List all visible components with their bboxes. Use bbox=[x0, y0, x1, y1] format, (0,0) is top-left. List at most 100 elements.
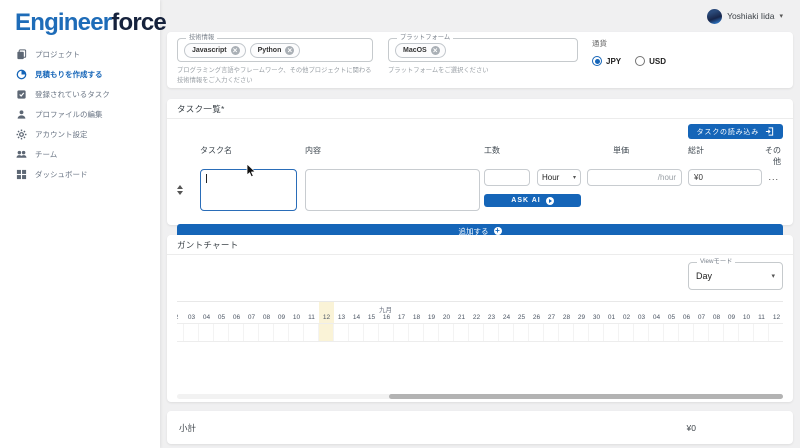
sidebar-item[interactable]: 見積もりを作成する bbox=[0, 64, 160, 84]
gantt-grid-cell bbox=[214, 324, 229, 341]
effort-input[interactable] bbox=[484, 169, 530, 186]
chip-remove-icon[interactable] bbox=[231, 46, 240, 55]
top-bar: Yoshiaki Iida ▾ bbox=[167, 0, 793, 27]
drag-handle-icon[interactable] bbox=[177, 185, 183, 195]
gantt-day-label: 18 bbox=[409, 312, 424, 323]
gantt-grid-cell bbox=[469, 324, 484, 341]
gantt-day-label: 26 bbox=[529, 312, 544, 323]
send-icon bbox=[546, 197, 554, 205]
gantt-day-label: 06 bbox=[229, 312, 244, 323]
sidebar-item-icon bbox=[16, 69, 27, 80]
sidebar-item-icon bbox=[16, 149, 27, 160]
brand-logo[interactable]: Engineerforce bbox=[0, 0, 160, 44]
gantt-grid-cell bbox=[514, 324, 529, 341]
text-caret bbox=[206, 174, 207, 183]
view-mode-value: Day bbox=[696, 271, 712, 281]
gantt-grid-cell bbox=[724, 324, 739, 341]
gantt-day-label: 21 bbox=[454, 312, 469, 323]
currency-radio-label: JPY bbox=[606, 57, 621, 66]
total-input[interactable] bbox=[688, 169, 762, 186]
currency-radio[interactable]: USD bbox=[635, 56, 666, 66]
currency-group: 通貨 JPY USD bbox=[592, 38, 666, 82]
gantt-day-label: 05 bbox=[214, 312, 229, 323]
gantt-day-label: 19 bbox=[424, 312, 439, 323]
sidebar-item[interactable]: プロジェクト bbox=[0, 44, 160, 64]
gantt-day-label: 2 bbox=[177, 312, 184, 323]
sidebar-item-icon bbox=[16, 89, 27, 100]
gantt-day-label: 14 bbox=[349, 312, 364, 323]
gantt-day-label: 24 bbox=[499, 312, 514, 323]
subtotal-value: ¥0 bbox=[687, 423, 696, 433]
gantt-grid-cell bbox=[274, 324, 289, 341]
import-icon bbox=[765, 127, 774, 136]
sidebar-item[interactable]: ダッシュボード bbox=[0, 164, 160, 184]
gantt-grid-cell bbox=[439, 324, 454, 341]
sidebar-item-label: プロジェクト bbox=[35, 49, 80, 60]
gantt-day-label: 25 bbox=[514, 312, 529, 323]
platform-chip: MacOS bbox=[395, 43, 446, 58]
platform-input[interactable]: プラットフォーム MacOS bbox=[388, 38, 578, 62]
gantt-grid-cell bbox=[244, 324, 259, 341]
gantt-day-label: 09 bbox=[724, 312, 739, 323]
gantt-timeline: 九月 2030405060708091011121314151617181920… bbox=[177, 301, 783, 342]
sidebar-item-icon bbox=[16, 129, 27, 140]
user-name: Yoshiaki Iida bbox=[727, 11, 774, 21]
gantt-day-label: 07 bbox=[694, 312, 709, 323]
tech-info-input[interactable]: 技術情報 Javascript Python bbox=[177, 38, 373, 62]
sidebar-item-label: チーム bbox=[35, 149, 57, 160]
row-more-menu[interactable]: ... bbox=[762, 169, 783, 186]
sidebar-item[interactable]: アカウント設定 bbox=[0, 124, 160, 144]
currency-options: JPY USD bbox=[592, 56, 666, 66]
brand-logo-primary: Engineer bbox=[15, 9, 111, 36]
tech-chip-label: Python bbox=[258, 47, 282, 54]
task-list-title: タスク一覧* bbox=[167, 99, 793, 119]
subtotal-card: 小計 ¥0 bbox=[167, 411, 793, 444]
gantt-day-label: 12 bbox=[319, 312, 334, 323]
task-name-textarea[interactable] bbox=[200, 169, 297, 211]
gantt-day-label: 01 bbox=[604, 312, 619, 323]
load-tasks-button[interactable]: タスクの読み込み bbox=[688, 124, 783, 139]
user-avatar[interactable] bbox=[707, 9, 722, 24]
sidebar-item[interactable]: 登録されているタスク bbox=[0, 84, 160, 104]
gantt-grid-cell bbox=[604, 324, 619, 341]
main-content: Yoshiaki Iida ▾ 技術情報 Javascript Python bbox=[160, 0, 800, 448]
gantt-day-label: 30 bbox=[589, 312, 604, 323]
gantt-grid-cell bbox=[679, 324, 694, 341]
view-mode-select[interactable]: Viewモード Day ▾ bbox=[688, 262, 783, 290]
sidebar-item[interactable]: プロファイルの編集 bbox=[0, 104, 160, 124]
col-description: 内容 bbox=[305, 145, 484, 167]
chip-remove-icon[interactable] bbox=[285, 46, 294, 55]
brand-logo-secondary: force bbox=[111, 9, 166, 36]
platform-helper-text: プラットフォームをご選択ください bbox=[388, 66, 578, 76]
col-task-name: タスク名 bbox=[200, 145, 305, 167]
effort-unit-value: Hour bbox=[542, 173, 559, 182]
unit-price-input[interactable] bbox=[587, 169, 682, 186]
chip-remove-icon[interactable] bbox=[431, 46, 440, 55]
col-other: その他 bbox=[765, 145, 783, 167]
load-row: タスクの読み込み bbox=[167, 119, 793, 139]
effort-unit-select[interactable]: Hour ▾ bbox=[537, 169, 581, 186]
gantt-day-label: 07 bbox=[244, 312, 259, 323]
project-info-card: 技術情報 Javascript Python プログラミング言語やフレームワーク bbox=[167, 32, 793, 88]
gantt-grid-cell bbox=[364, 324, 379, 341]
task-description-textarea[interactable] bbox=[305, 169, 480, 211]
gantt-grid-cell bbox=[394, 324, 409, 341]
horizontal-scrollbar-thumb[interactable] bbox=[389, 394, 783, 399]
gantt-grid-cell bbox=[177, 324, 184, 341]
platform-label: プラットフォーム bbox=[397, 35, 453, 41]
chevron-down-icon[interactable]: ▾ bbox=[779, 13, 783, 20]
sidebar-item-label: プロファイルの編集 bbox=[35, 109, 103, 120]
currency-label: 通貨 bbox=[592, 38, 666, 49]
gantt-day-label: 03 bbox=[634, 312, 649, 323]
sidebar-item[interactable]: チーム bbox=[0, 144, 160, 164]
chevron-down-icon: ▾ bbox=[771, 273, 775, 280]
ask-ai-button[interactable]: ASK AI bbox=[484, 194, 581, 207]
gantt-day-label: 17 bbox=[394, 312, 409, 323]
currency-radio[interactable]: JPY bbox=[592, 56, 621, 66]
gantt-day-label: 11 bbox=[304, 312, 319, 323]
gantt-grid-cell bbox=[574, 324, 589, 341]
gantt-day-label: 13 bbox=[334, 312, 349, 323]
sidebar-item-label: ダッシュボード bbox=[35, 169, 88, 180]
gantt-grid-cell bbox=[589, 324, 604, 341]
tech-chip: Python bbox=[250, 43, 301, 58]
